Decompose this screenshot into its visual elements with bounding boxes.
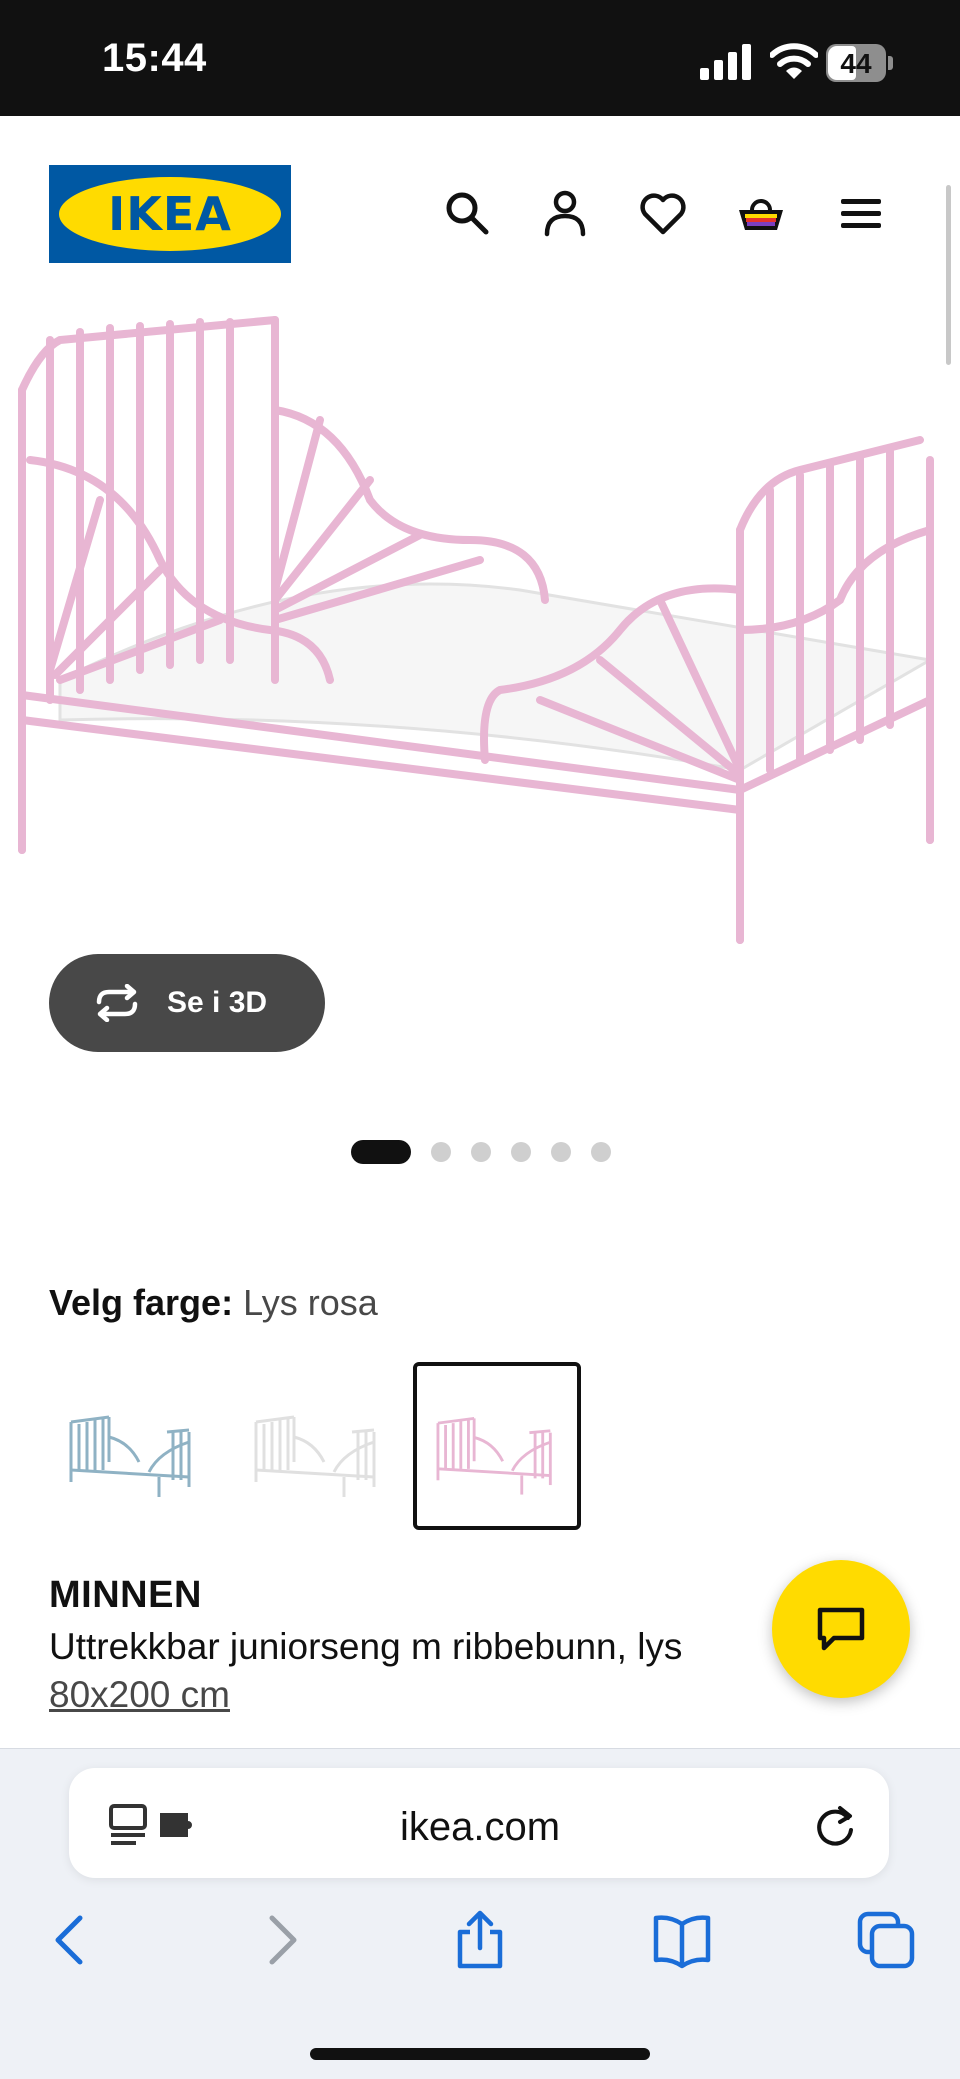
carousel-dot[interactable] (351, 1140, 411, 1164)
carousel-dot[interactable] (431, 1142, 451, 1162)
share-icon[interactable] (450, 1910, 510, 1970)
product-size-link[interactable]: 80x200 cm (49, 1674, 230, 1716)
logo-text: IKEA (108, 187, 232, 241)
product-description: Uttrekkbar juniorseng m ribbebunn, lys (49, 1626, 683, 1667)
carousel-dot[interactable] (511, 1142, 531, 1162)
heart-icon[interactable] (638, 188, 688, 238)
color-value: Lys rosa (243, 1282, 378, 1323)
color-label: Velg farge: (49, 1282, 234, 1323)
swatch-bed-image (254, 1415, 376, 1497)
account-icon[interactable] (540, 188, 590, 238)
back-icon[interactable] (42, 1910, 102, 1970)
carousel-dot[interactable] (471, 1142, 491, 1162)
swatch-bed-image (436, 1416, 552, 1495)
color-swatch-blue[interactable] (49, 1362, 217, 1530)
chat-icon (817, 1607, 865, 1651)
ikea-logo[interactable]: IKEA (49, 165, 291, 263)
bookmarks-icon[interactable] (652, 1910, 712, 1970)
product-image[interactable] (0, 300, 960, 980)
battery-level: 44 (840, 48, 872, 79)
color-selector-label: Velg farge: Lys rosa (49, 1282, 378, 1324)
wifi-icon (770, 43, 818, 79)
forward-icon[interactable] (250, 1910, 310, 1970)
rotate-3d-icon (96, 984, 138, 1022)
tabs-icon[interactable] (856, 1910, 916, 1970)
view-3d-button[interactable]: Se i 3D (49, 954, 325, 1052)
view-3d-label: Se i 3D (167, 986, 268, 1019)
carousel-dot[interactable] (591, 1142, 611, 1162)
home-indicator[interactable] (310, 2048, 650, 2060)
color-swatch-white[interactable] (234, 1362, 402, 1530)
color-swatch-pink[interactable] (413, 1362, 581, 1530)
status-time: 15:44 (102, 36, 207, 80)
search-icon[interactable] (442, 188, 492, 238)
product-name: MINNEN (49, 1574, 202, 1616)
battery-indicator: 44 (826, 44, 896, 82)
menu-icon[interactable] (836, 188, 886, 238)
cart-icon[interactable] (736, 188, 786, 238)
swatch-bed-image (69, 1415, 191, 1497)
chat-button[interactable] (772, 1560, 910, 1698)
reload-icon[interactable] (812, 1802, 858, 1850)
cellular-signal-icon (700, 44, 751, 80)
carousel-dot[interactable] (551, 1142, 571, 1162)
